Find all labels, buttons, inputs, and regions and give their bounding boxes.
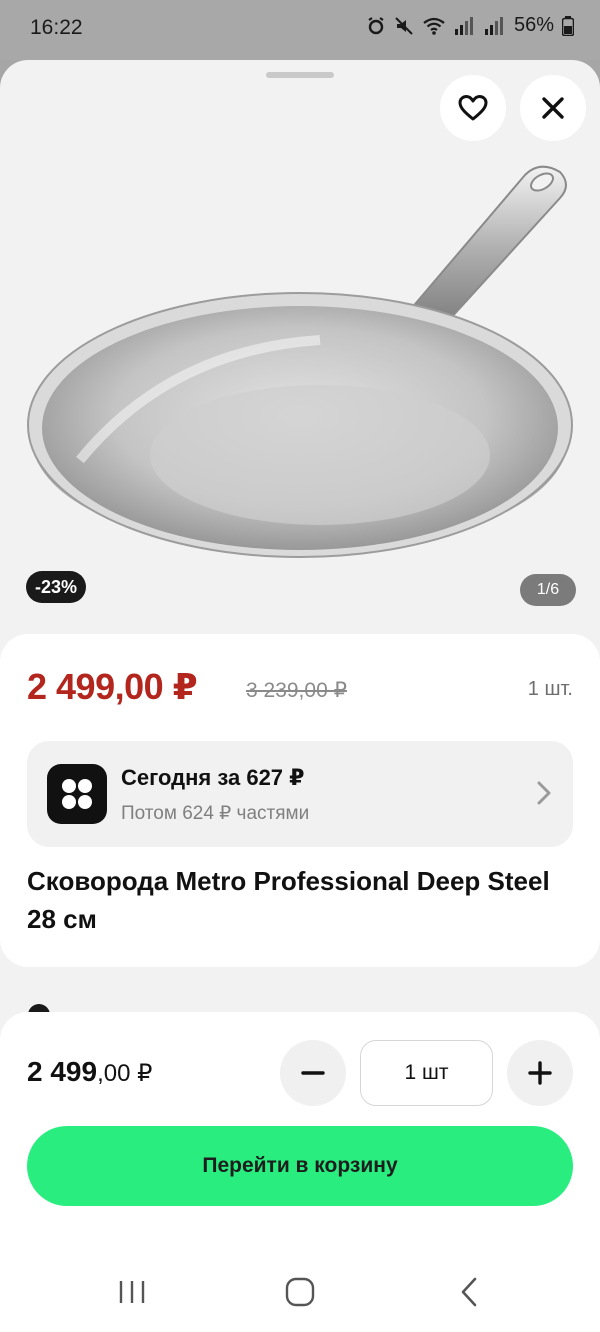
product-title: Сковорода Metro Professional Deep Steel … <box>27 866 550 934</box>
unit-label: 1 шт. <box>527 678 573 700</box>
discount-badge: -23% <box>26 571 87 603</box>
product-info-card: 2 499,00 ₽ 3 239,00 ₽ 1 шт. Сегодня за 6… <box>0 634 600 967</box>
gallery-counter: 1/6 <box>520 574 576 606</box>
status-icons: 56% <box>366 14 574 37</box>
go-to-cart-button[interactable]: Перейти в корзину <box>27 1126 573 1206</box>
product-image[interactable] <box>20 160 580 580</box>
home-icon[interactable] <box>285 1277 315 1307</box>
chevron-right-icon <box>537 781 551 805</box>
split-logo-icon <box>47 764 107 824</box>
close-button[interactable] <box>520 75 586 141</box>
split-payment-banner[interactable]: Сегодня за 627 ₽ Потом 624 ₽ частями <box>27 741 573 847</box>
system-nav-bar <box>0 1244 600 1332</box>
mute-icon <box>395 16 413 35</box>
current-price: 2 499,00 ₽ <box>27 666 198 707</box>
product-sheet: -23% 1/6 2 499,00 ₽ 3 239,00 ₽ 1 шт. Сег… <box>0 60 600 1332</box>
plus-icon <box>528 1061 552 1085</box>
total-price-cents: ,00 ₽ <box>97 1060 153 1087</box>
total-price: 2 499,00 ₽ <box>27 1056 152 1088</box>
battery-percent: 56% <box>513 14 554 36</box>
alarm-icon <box>368 16 384 34</box>
close-icon <box>542 97 564 119</box>
quantity-decrease-button[interactable] <box>280 1040 346 1106</box>
battery-icon <box>562 15 574 36</box>
total-price-main: 2 499 <box>27 1056 98 1087</box>
wifi-icon <box>423 17 445 35</box>
quantity-increase-button[interactable] <box>507 1040 573 1106</box>
back-icon[interactable] <box>459 1277 479 1307</box>
signal-icon <box>454 16 473 35</box>
status-bar: 16:22 56% <box>0 0 600 60</box>
minus-icon <box>301 1071 325 1075</box>
heart-icon <box>458 95 488 121</box>
quantity-field[interactable]: 1 шт <box>360 1040 493 1106</box>
recent-apps-icon[interactable] <box>118 1279 146 1305</box>
signal-2-icon <box>484 16 503 35</box>
favorite-button[interactable] <box>440 75 506 141</box>
split-subtitle: Потом 624 ₽ частями <box>121 803 310 824</box>
split-title: Сегодня за 627 ₽ <box>121 765 305 790</box>
status-time: 16:22 <box>30 16 83 39</box>
old-price: 3 239,00 ₽ <box>246 679 347 702</box>
sheet-drag-handle[interactable] <box>266 72 334 78</box>
